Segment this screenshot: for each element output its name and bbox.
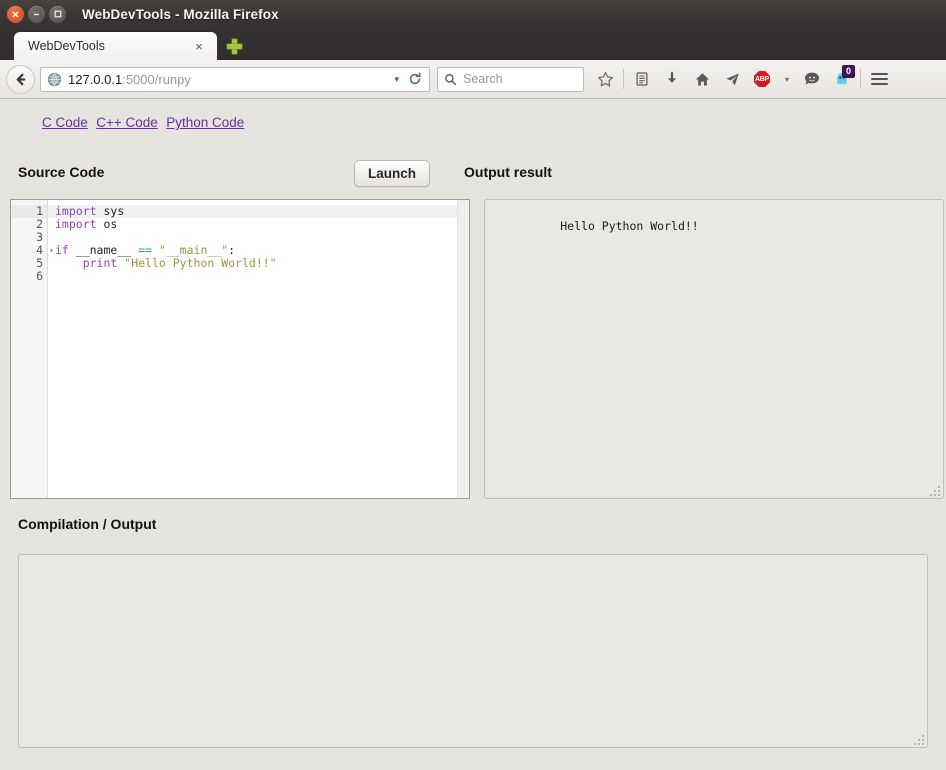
- resize-grip-icon[interactable]: [929, 485, 940, 496]
- code-token: ==: [138, 243, 152, 257]
- star-icon: [597, 71, 613, 86]
- toolbar-icons: ABP ▾ 0: [590, 63, 894, 95]
- code-line: import os: [55, 218, 469, 231]
- code-token: os: [96, 217, 118, 231]
- code-token: if: [55, 243, 69, 257]
- code-token: import: [55, 217, 97, 231]
- url-host: 127.0.0.1: [68, 71, 123, 87]
- output-result-textarea[interactable]: Hello Python World!!: [484, 199, 944, 499]
- page-content: C Code C++ Code Python Code Source Code …: [0, 100, 946, 770]
- source-code-editor[interactable]: 1 2 3 4 ▾ 5 6 import sys import os if __n…: [10, 199, 470, 499]
- code-token: :: [228, 243, 236, 257]
- tab-webdevtools[interactable]: WebDevTools ×: [14, 32, 217, 60]
- editor-code-area[interactable]: import sys import os if __name__ == "__m…: [48, 200, 469, 498]
- window-maximize-button[interactable]: [49, 5, 66, 23]
- tab-close-icon[interactable]: ×: [191, 38, 207, 54]
- reader-list-button[interactable]: [627, 63, 657, 95]
- toolbar-separator: [623, 69, 624, 89]
- reading-list-icon: [636, 72, 648, 86]
- code-line: print "Hello Python World!!": [55, 257, 469, 270]
- adblock-plus-button[interactable]: ABP: [747, 63, 777, 95]
- window-controls: [7, 5, 66, 23]
- url-text: 127.0.0.1:5000/runpy: [68, 72, 388, 87]
- code-token: print: [82, 256, 118, 270]
- globe-favicon-icon: [47, 72, 62, 86]
- launch-button[interactable]: Launch: [353, 160, 430, 187]
- url-bar[interactable]: 127.0.0.1:5000/runpy ▾: [40, 66, 430, 92]
- search-placeholder: Search: [463, 72, 503, 86]
- adblock-dropdown-button[interactable]: ▾: [777, 63, 797, 95]
- toolbar-separator-2: [860, 69, 861, 89]
- back-button[interactable]: [6, 64, 35, 94]
- compilation-output-textarea[interactable]: [18, 554, 928, 748]
- download-arrow-icon: [667, 71, 677, 83]
- resize-grip-icon[interactable]: [913, 734, 924, 745]
- window-minimize-button[interactable]: [28, 5, 45, 23]
- output-result-value: Hello Python World!!: [560, 219, 699, 233]
- url-path: :5000/runpy: [122, 71, 191, 87]
- search-bar[interactable]: Search: [437, 66, 584, 92]
- home-button[interactable]: [687, 63, 717, 95]
- downloads-button[interactable]: [657, 63, 687, 95]
- source-code-heading-wrap: Source Code Launch: [0, 160, 452, 187]
- new-tab-button[interactable]: [219, 32, 249, 60]
- source-code-heading: Source Code: [18, 164, 105, 180]
- code-token: "__main__": [158, 243, 229, 257]
- code-token: "Hello Python World!!": [124, 256, 277, 270]
- editor-output-row: 1 2 3 4 ▾ 5 6 import sys import os if __n…: [0, 199, 946, 499]
- home-icon: [695, 72, 709, 86]
- output-result-wrap: Hello Python World!!: [484, 199, 944, 499]
- gutter-line-number: 6: [36, 269, 43, 283]
- hamburger-icon: [870, 70, 888, 88]
- reload-icon: [409, 72, 421, 85]
- reload-button[interactable]: [405, 72, 425, 86]
- editor-gutter: 1 2 3 4 ▾ 5 6: [11, 200, 54, 498]
- code-token: __name__: [68, 243, 139, 257]
- chevron-down-icon: ▾: [784, 74, 789, 84]
- menu-button[interactable]: [864, 63, 894, 95]
- language-nav-links: C Code C++ Code Python Code: [0, 100, 946, 132]
- window-close-button[interactable]: [7, 5, 24, 23]
- url-dropdown-icon[interactable]: ▾: [388, 74, 405, 85]
- ghostery-button[interactable]: 0: [827, 63, 857, 95]
- bookmark-star-button[interactable]: [590, 63, 620, 95]
- link-c-code[interactable]: C Code: [42, 115, 88, 130]
- link-cpp-code[interactable]: C++ Code: [96, 115, 158, 130]
- chat-bubble-icon: [805, 72, 819, 85]
- link-python-code[interactable]: Python Code: [166, 115, 244, 130]
- gutter-line-number-text: 4: [36, 243, 43, 257]
- tab-label: WebDevTools: [28, 39, 105, 53]
- panel-headings-row: Source Code Launch Output result: [0, 159, 946, 187]
- search-icon: [445, 73, 457, 85]
- window-title: WebDevTools - Mozilla Firefox: [82, 6, 279, 22]
- back-arrow-icon: [16, 73, 26, 85]
- plus-icon: [226, 38, 242, 54]
- pocket-send-button[interactable]: [717, 63, 747, 95]
- chat-bubble-button[interactable]: [797, 63, 827, 95]
- code-token: sys: [96, 204, 125, 218]
- ghostery-count-badge: 0: [842, 65, 855, 78]
- tab-strip: WebDevTools ×: [0, 28, 946, 60]
- compilation-output-heading: Compilation / Output: [18, 516, 157, 532]
- navigation-toolbar: 127.0.0.1:5000/runpy ▾ Search ABP ▾ 0: [0, 60, 946, 99]
- title-bar: WebDevTools - Mozilla Firefox: [0, 0, 946, 28]
- editor-vertical-scrollbar[interactable]: [457, 200, 469, 498]
- browser-window: WebDevTools - Mozilla Firefox WebDevTool…: [0, 0, 946, 770]
- paper-plane-icon: [725, 72, 739, 86]
- adblock-plus-icon: ABP: [754, 71, 770, 87]
- code-token: import: [55, 204, 97, 218]
- output-result-heading: Output result: [464, 164, 552, 180]
